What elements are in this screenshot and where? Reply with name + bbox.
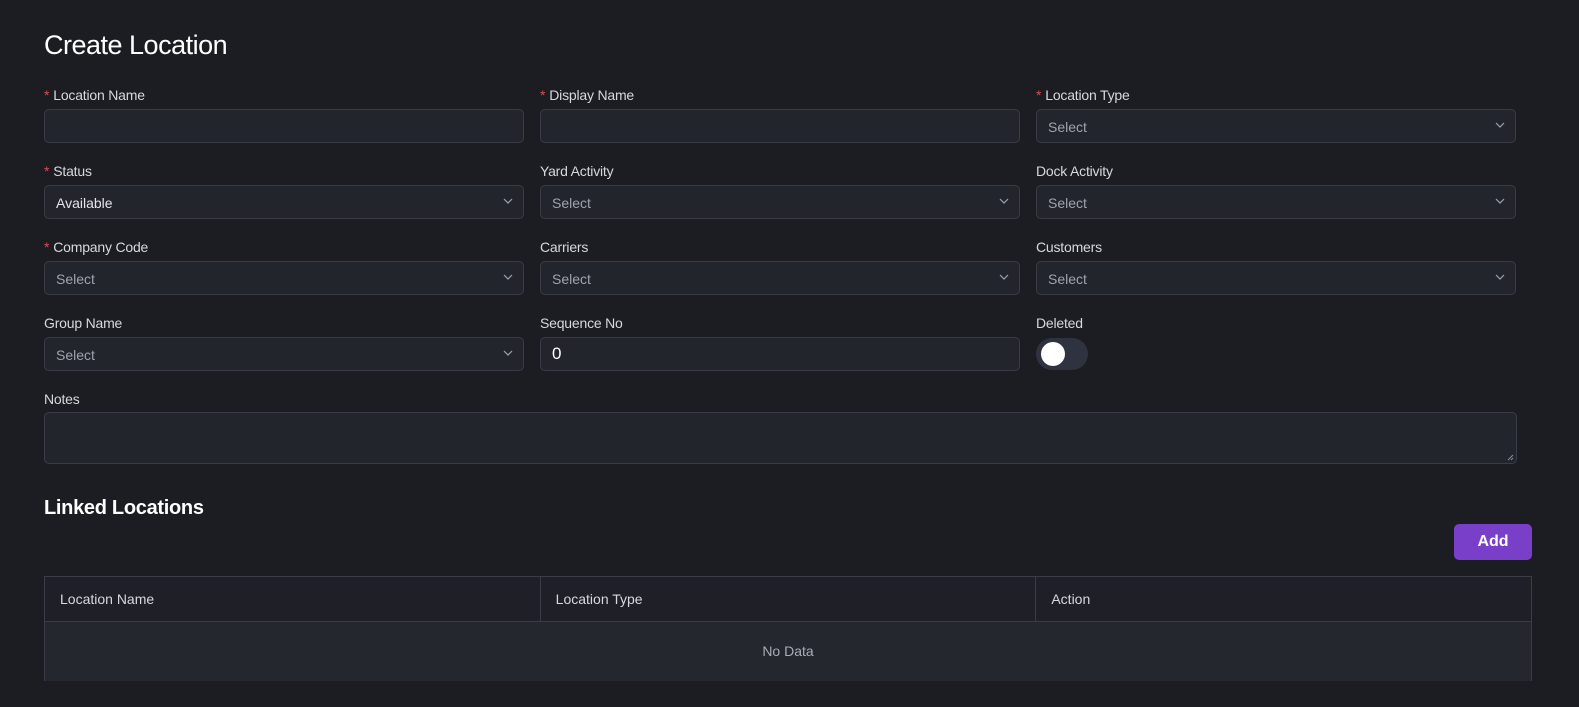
customers-select[interactable]: Select	[1036, 261, 1516, 295]
display-name-label: * Display Name	[540, 87, 634, 103]
column-header-action: Action	[1051, 591, 1091, 607]
sequence-no-field: Sequence No	[540, 313, 1020, 371]
company-code-label: * Company Code	[44, 239, 149, 255]
status-field: * Status Available	[44, 161, 524, 219]
sequence-no-input[interactable]	[541, 338, 1019, 370]
location-name-label: * Location Name	[44, 87, 145, 103]
chevron-down-icon	[999, 274, 1009, 280]
dock-activity-field: Dock Activity Select	[1036, 161, 1516, 219]
display-name-field: * Display Name	[540, 85, 1020, 143]
group-name-value: Select	[56, 347, 95, 363]
linked-locations-title: Linked Locations	[44, 497, 204, 519]
location-name-input-wrapper	[44, 109, 524, 143]
dock-activity-value: Select	[1048, 195, 1087, 211]
add-linked-location-button[interactable]: Add	[1454, 524, 1532, 560]
location-name-field: * Location Name	[44, 85, 524, 143]
chevron-down-icon	[1495, 198, 1505, 204]
location-type-field: * Location Type Select	[1036, 85, 1516, 143]
page-title: Create Location	[44, 30, 228, 60]
notes-textarea[interactable]	[44, 412, 1517, 464]
customers-value: Select	[1048, 271, 1087, 287]
customers-field: Customers Select	[1036, 237, 1516, 295]
chevron-down-icon	[1495, 274, 1505, 280]
company-code-value: Select	[56, 271, 95, 287]
chevron-down-icon	[503, 198, 513, 204]
status-select[interactable]: Available	[44, 185, 524, 219]
carriers-select[interactable]: Select	[540, 261, 1020, 295]
location-name-input[interactable]	[45, 110, 523, 142]
chevron-down-icon	[1495, 122, 1505, 128]
group-name-select[interactable]: Select	[44, 337, 524, 371]
company-code-select[interactable]: Select	[44, 261, 524, 295]
notes-field: Notes	[44, 389, 524, 409]
yard-activity-value: Select	[552, 195, 591, 211]
resize-grip-icon[interactable]	[1507, 454, 1514, 461]
notes-label: Notes	[44, 391, 80, 407]
carriers-value: Select	[552, 271, 591, 287]
display-name-input[interactable]	[541, 110, 1019, 142]
location-type-value: Select	[1048, 119, 1087, 135]
dock-activity-select[interactable]: Select	[1036, 185, 1516, 219]
chevron-down-icon	[503, 274, 513, 280]
deleted-toggle[interactable]	[1036, 338, 1088, 370]
required-marker: *	[540, 87, 546, 103]
carriers-field: Carriers Select	[540, 237, 1020, 295]
chevron-down-icon	[503, 350, 513, 356]
required-marker: *	[1036, 87, 1042, 103]
deleted-label: Deleted	[1036, 315, 1083, 331]
sequence-no-input-wrapper	[540, 337, 1020, 371]
column-header-location-name: Location Name	[45, 577, 541, 621]
display-name-input-wrapper	[540, 109, 1020, 143]
required-marker: *	[44, 163, 50, 179]
company-code-field: * Company Code Select	[44, 237, 524, 295]
status-label: * Status	[44, 163, 92, 179]
column-header-location-type: Location Type	[541, 577, 1037, 621]
sequence-no-label: Sequence No	[540, 315, 623, 331]
group-name-field: Group Name Select	[44, 313, 524, 371]
dock-activity-label: Dock Activity	[1036, 163, 1113, 179]
toggle-knob	[1041, 342, 1065, 366]
required-marker: *	[44, 239, 50, 255]
required-marker: *	[44, 87, 50, 103]
create-location-page: Create Location * Location Name * Display …	[0, 0, 1579, 707]
location-type-select[interactable]: Select	[1036, 109, 1516, 143]
chevron-down-icon	[999, 198, 1009, 204]
status-value: Available	[56, 195, 113, 211]
yard-activity-field: Yard Activity Select	[540, 161, 1020, 219]
location-type-label: * Location Type	[1036, 87, 1130, 103]
yard-activity-select[interactable]: Select	[540, 185, 1020, 219]
group-name-label: Group Name	[44, 315, 123, 331]
table-empty-state: No Data	[45, 622, 1531, 681]
yard-activity-label: Yard Activity	[540, 163, 614, 179]
table-header: Location Name Location Type Action	[45, 577, 1531, 622]
deleted-field: Deleted	[1036, 313, 1516, 333]
customers-label: Customers	[1036, 239, 1102, 255]
carriers-label: Carriers	[540, 239, 589, 255]
linked-locations-table: Location Name Location Type Action No Da…	[44, 576, 1532, 681]
